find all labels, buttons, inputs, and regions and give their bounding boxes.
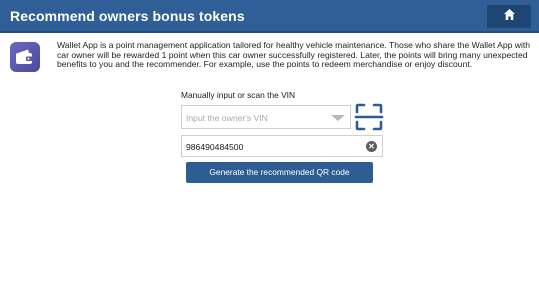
- main-content: Wallet App is a point management applica…: [0, 33, 539, 299]
- intro-description: Wallet App is a point management applica…: [57, 40, 531, 70]
- page-title: Recommend owners bonus tokens: [10, 8, 245, 24]
- wallet-app-icon: [10, 42, 40, 72]
- home-icon: [503, 8, 516, 26]
- vin-input-value: 986490484500: [186, 142, 244, 152]
- chevron-down-icon: [331, 115, 345, 121]
- scan-frame-icon: [354, 103, 384, 136]
- title-bar: Recommend owners bonus tokens: [0, 0, 539, 33]
- vin-input-field[interactable]: 986490484500 ✕: [181, 135, 383, 157]
- app-window: Recommend owners bonus tokens Wallet App…: [0, 0, 539, 299]
- vin-dropdown[interactable]: Input the owner's VIN: [181, 105, 351, 129]
- vin-label: Manually input or scan the VIN: [181, 90, 296, 100]
- vin-dropdown-placeholder: Input the owner's VIN: [186, 113, 268, 123]
- clear-icon[interactable]: ✕: [366, 141, 377, 152]
- home-button[interactable]: [487, 5, 531, 28]
- generate-qr-button[interactable]: Generate the recommended QR code: [186, 162, 373, 183]
- scan-vin-button[interactable]: [354, 102, 384, 132]
